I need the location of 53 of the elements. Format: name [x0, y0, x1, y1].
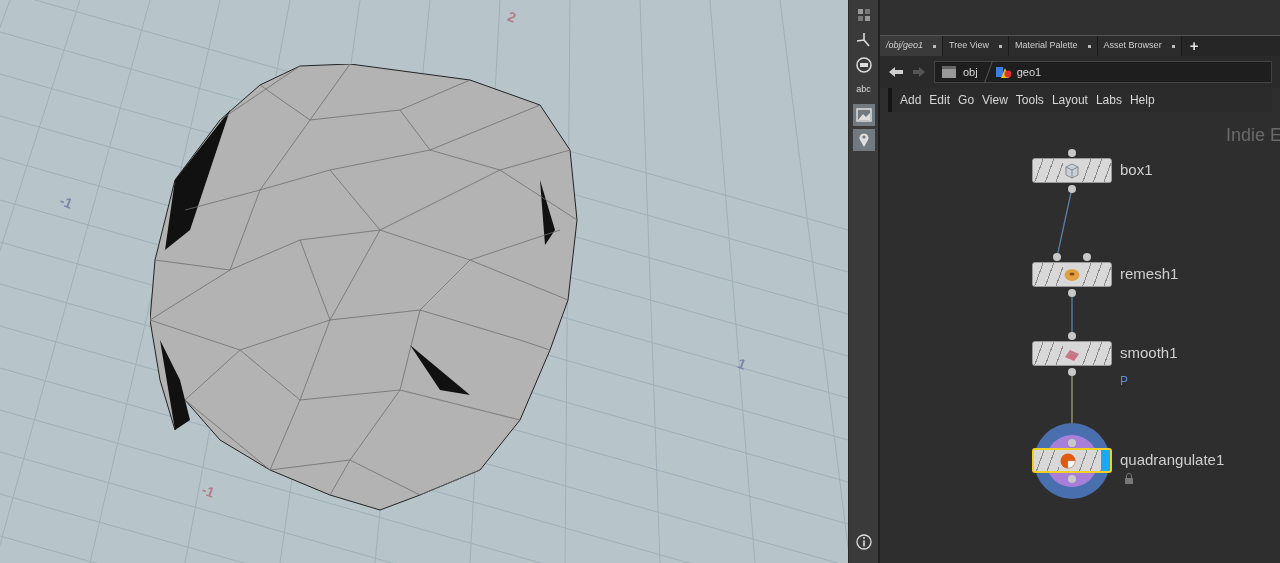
node-label: quadrangulate1 [1120, 452, 1225, 467]
input-port[interactable] [1068, 332, 1076, 340]
node-flag-label: P [1120, 375, 1128, 387]
grid-axis-label: 2 [505, 9, 518, 25]
grid-axis-label: -1 [200, 482, 217, 500]
clapper-icon [941, 65, 957, 79]
input-port[interactable] [1053, 253, 1061, 261]
menu-item[interactable]: Labs [1095, 91, 1122, 109]
cube-icon [1063, 161, 1081, 180]
circle-icon [854, 56, 873, 74]
menu-item[interactable]: Help [1129, 91, 1155, 109]
menu-item[interactable]: View [982, 91, 1008, 109]
sphere-icon [1058, 451, 1077, 470]
node[interactable] [1032, 262, 1112, 287]
menu-item[interactable]: Edit [929, 91, 951, 109]
node-label: remesh1 [1120, 266, 1179, 281]
grid-axis-label: 1 [735, 356, 748, 372]
node-label: box1 [1120, 162, 1153, 177]
input-port[interactable] [1068, 439, 1076, 447]
grid-axis-label: -1 [58, 193, 75, 211]
menu-item[interactable]: Layout [1051, 91, 1088, 109]
tab[interactable]: Material Palette [1009, 36, 1098, 56]
close-icon[interactable] [1087, 44, 1091, 48]
text-tool-button[interactable]: abc [852, 79, 875, 101]
path-segment[interactable]: geo1 [1016, 63, 1046, 81]
close-icon[interactable] [1171, 44, 1175, 48]
tab[interactable]: Asset Browser [1097, 36, 1182, 56]
output-port[interactable] [1068, 368, 1076, 376]
info-icon [854, 533, 873, 551]
path-segment[interactable]: obj [963, 63, 982, 81]
image-icon [854, 106, 873, 124]
menu-item[interactable]: Go [958, 91, 975, 109]
node[interactable] [1032, 341, 1112, 366]
pin-tool-button[interactable] [852, 129, 875, 151]
menu-item[interactable]: Add [900, 91, 922, 109]
back-arrow-icon[interactable] [888, 66, 904, 78]
menu-item[interactable]: Tools [1015, 91, 1044, 109]
output-port[interactable] [1068, 185, 1076, 193]
path-bar[interactable]: obj geo1 [934, 61, 1272, 83]
node[interactable] [1032, 158, 1112, 183]
input-port[interactable] [1068, 149, 1076, 157]
node[interactable] [1032, 448, 1112, 473]
image-tool-button[interactable] [852, 104, 875, 126]
tab[interactable]: /obj/geo1 [880, 36, 944, 56]
tab[interactable]: Tree View [943, 36, 1010, 56]
shapes-icon [994, 65, 1011, 79]
output-port[interactable] [1068, 289, 1076, 297]
input-port[interactable] [1083, 253, 1091, 261]
add-tab-button[interactable]: + [1181, 36, 1207, 56]
close-icon[interactable] [933, 44, 937, 48]
node-label: smooth1 [1120, 345, 1178, 360]
axes-icon [854, 31, 873, 49]
close-icon[interactable] [999, 44, 1003, 48]
